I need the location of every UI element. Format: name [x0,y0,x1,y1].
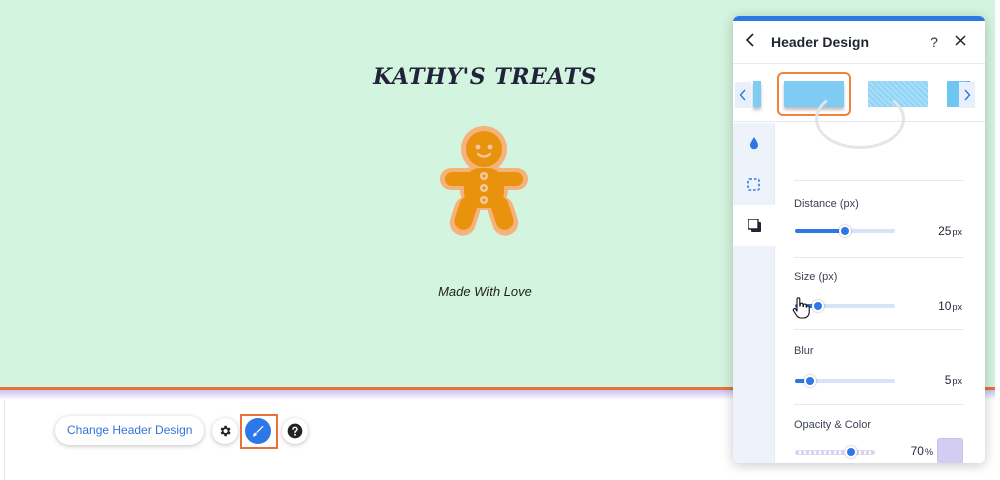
distance-slider[interactable] [795,225,895,237]
hand-cursor-icon [792,297,810,319]
slider-handle[interactable] [839,225,851,237]
back-button[interactable] [745,32,763,52]
angle-dial[interactable] [815,89,905,149]
settings-button[interactable] [212,418,238,444]
close-icon [954,35,966,46]
slider-handle[interactable] [844,446,857,458]
header-design-panel: Header Design ? Distance (px) 25px Size … [733,16,985,463]
divider [794,257,964,258]
border-icon [747,178,760,191]
carousel-next-button[interactable] [959,82,975,108]
distance-value: 25px [938,224,962,238]
size-slider[interactable] [795,300,895,312]
shadow-settings: Distance (px) 25px Size (px) 10px Blur 5… [775,89,985,463]
chevron-left-icon [739,89,746,101]
opacity-color-label: Opacity & Color [794,419,872,431]
chevron-left-icon [745,32,754,47]
slider-handle[interactable] [804,375,816,387]
tab-shadow[interactable] [733,205,775,246]
size-value: 10px [938,299,962,313]
fill-icon [749,137,758,150]
divider [794,180,964,181]
panel-help-button[interactable]: ? [921,34,947,50]
divider [794,329,964,330]
slider-handle[interactable] [812,300,824,312]
panel-close-button[interactable] [947,33,973,51]
panel-header: Header Design ? [733,21,985,64]
editor-canvas: KATHY'S TREATS Made With Love Change Hea… [0,0,1000,480]
carousel-prev-button[interactable] [735,82,751,108]
gear-icon [220,425,231,437]
shadow-icon [747,219,761,232]
blur-value: 5px [944,373,962,387]
help-icon [287,423,303,439]
tab-fill[interactable] [733,123,774,164]
chevron-right-icon [964,89,971,101]
shadow-color-swatch[interactable] [937,438,963,463]
page-edge [0,400,5,480]
design-category-tabs [733,123,775,463]
blur-label: Blur [794,345,814,357]
paintbrush-icon [252,425,264,437]
gingerbread-man-icon [440,126,528,236]
size-label: Size (px) [794,271,838,283]
tab-border[interactable] [733,164,774,205]
opacity-slider[interactable] [795,446,875,458]
design-preset-thumbnail[interactable] [751,72,763,116]
opacity-value: 70% [910,444,933,458]
panel-title: Header Design [771,34,870,50]
site-title: KATHY'S TREATS [373,64,597,90]
divider [794,404,964,405]
site-tagline: Made With Love [438,284,532,299]
distance-label: Distance (px) [794,198,859,210]
slider-fill [795,229,845,233]
blur-slider[interactable] [795,375,895,387]
help-button[interactable] [282,418,308,444]
change-header-design-button[interactable]: Change Header Design [55,416,205,445]
design-button[interactable] [245,418,271,444]
